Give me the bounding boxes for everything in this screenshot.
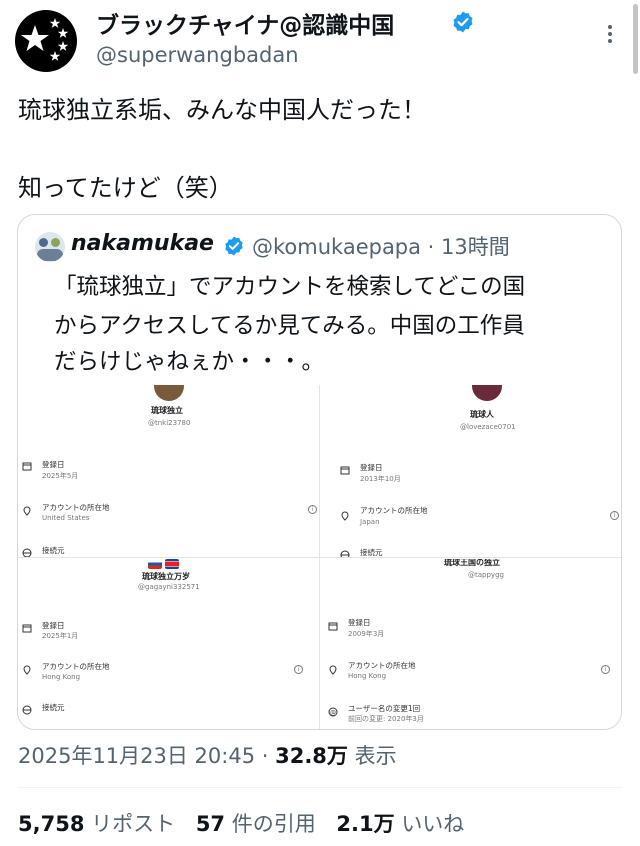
quotes-stat[interactable]: 57 件の引用 [196, 812, 330, 836]
tweet-text-line: 知ってたけど（笑） [18, 174, 233, 202]
quote-handle-time[interactable]: @komukaepapa · 13時間 [252, 231, 510, 261]
joined-label: 登録日 [42, 460, 65, 469]
tweet-text-line: 琉球独立系垢、みんな中国人だった！ [18, 96, 426, 124]
location-pin-icon [329, 665, 337, 675]
info-icon: i [308, 505, 317, 514]
location-label: アカウントの所在地 [348, 661, 416, 670]
location-label: アカウントの所在地 [360, 506, 428, 515]
profile-card: 琉球独立 @tnki23780 登録日 2025年5月 アカウントの所在地 Un… [18, 385, 318, 557]
joined-label: 登録日 [42, 621, 65, 630]
profile-handle: @tnki23780 [148, 419, 191, 427]
location-value: Hong Kong [348, 672, 387, 680]
verified-badge-icon [225, 236, 243, 256]
globe-icon [22, 705, 32, 715]
attached-image[interactable]: 琉球独立 @tnki23780 登録日 2025年5月 アカウントの所在地 Un… [18, 385, 621, 729]
calendar-icon [22, 462, 32, 471]
divider [18, 787, 622, 788]
connect-label: 接続元 [42, 703, 65, 712]
display-name[interactable]: ブラックチャイナ@認識中国 [96, 6, 394, 40]
quote-avatar[interactable] [35, 232, 65, 262]
connect-label: 接続元 [42, 546, 65, 555]
profile-name: 琉球独立 [151, 406, 183, 415]
globe-icon [340, 550, 350, 557]
quote-display-name[interactable]: nakamukae [71, 231, 214, 256]
calendar-icon [340, 466, 350, 475]
more-options-icon[interactable] [598, 22, 622, 48]
view-count: 32.8万 [275, 744, 348, 768]
location-label: アカウントの所在地 [42, 503, 110, 512]
reposts-label[interactable]: リポスト [91, 812, 175, 836]
joined-value: 2025年5月 [42, 472, 79, 480]
star-flag-icon [21, 18, 69, 61]
profile-name: 琉球人 [470, 410, 494, 419]
profile-card: 琉球王国の独立 @tappygg 登録日 2009年3月 アカウントの所在地 H… [322, 559, 621, 729]
quotes-label[interactable]: 件の引用 [232, 812, 316, 836]
handle[interactable]: @superwangbadan [96, 43, 299, 67]
joined-label: 登録日 [348, 618, 371, 627]
calendar-icon [328, 622, 338, 631]
connect-label: 接続元 [360, 548, 383, 557]
profile-handle: @gagayni332571 [138, 583, 200, 591]
info-icon: i [294, 665, 303, 674]
likes-label[interactable]: いいね [401, 812, 464, 836]
image-divider [18, 557, 621, 558]
username-change-label: ユーザー名の変更1回 [348, 704, 421, 713]
reposts-stat[interactable]: 5,758 リポスト [18, 812, 189, 836]
timestamp-text[interactable]: 2025年11月23日 20:45 · [18, 744, 275, 768]
joined-value: 2025年1月 [42, 632, 79, 640]
russia-flag-icon [148, 559, 162, 569]
profile-name: 琉球独立万岁 [142, 572, 190, 581]
location-label: アカウントの所在地 [42, 662, 110, 671]
north-korea-flag-icon [165, 559, 179, 569]
username-change-value: 前回の変更: 2020年3月 [348, 715, 424, 723]
location-value: Hong Kong [42, 673, 81, 681]
quote-text-line: からアクセスしてるか見てみる。中国の工作員 [54, 313, 525, 339]
avatar[interactable] [15, 10, 77, 72]
reposts-count[interactable]: 5,758 [18, 812, 84, 836]
info-icon: i [610, 511, 619, 520]
quoted-tweet[interactable]: nakamukae @komukaepapa · 13時間 「琉球独立」でアカウ… [17, 214, 622, 730]
location-value: United States [42, 514, 90, 522]
joined-value: 2013年10月 [360, 475, 401, 483]
location-pin-icon [341, 511, 349, 521]
profile-handle: @lovezace0701 [460, 423, 516, 431]
username-change-icon: @ [328, 707, 338, 717]
profile-card: 琉球人 @lovezace0701 登録日 2013年10月 アカウントの所在地… [322, 385, 621, 557]
joined-value: 2009年3月 [348, 630, 385, 638]
location-value: Japan [360, 518, 380, 526]
scrollbar[interactable] [630, 0, 640, 80]
profile-picture [154, 385, 184, 401]
joined-label: 登録日 [360, 463, 383, 472]
svg-text:@: @ [330, 710, 336, 717]
tweet-header: ブラックチャイナ@認識中国 @superwangbadan [0, 0, 640, 80]
likes-count[interactable]: 2.1万 [336, 812, 394, 836]
view-label: 表示 [347, 744, 397, 768]
tweet-timestamp[interactable]: 2025年11月23日 20:45 · 32.8万 表示 [18, 740, 397, 770]
calendar-icon [22, 624, 32, 633]
profile-handle: @tappygg [468, 571, 504, 579]
profile-name: 琉球王国の独立 [444, 559, 500, 567]
location-pin-icon [23, 506, 31, 516]
profile-card: 琉球独立万岁 @gagayni332571 登録日 2025年1月 アカウントの… [18, 559, 318, 729]
likes-stat[interactable]: 2.1万 いいね [336, 812, 478, 836]
info-icon: i [601, 665, 610, 674]
globe-icon [22, 548, 32, 557]
profile-picture [472, 385, 502, 401]
engagement-stats: 5,758 リポスト 57 件の引用 2.1万 いいね [18, 808, 478, 838]
quote-text-line: 「琉球独立」でアカウントを検索してどこの国 [54, 274, 526, 300]
quotes-count[interactable]: 57 [196, 812, 225, 836]
quote-text-line: だらけじゃねぇか・・・。 [54, 349, 325, 375]
location-pin-icon [23, 665, 31, 675]
verified-badge-icon [453, 11, 473, 33]
